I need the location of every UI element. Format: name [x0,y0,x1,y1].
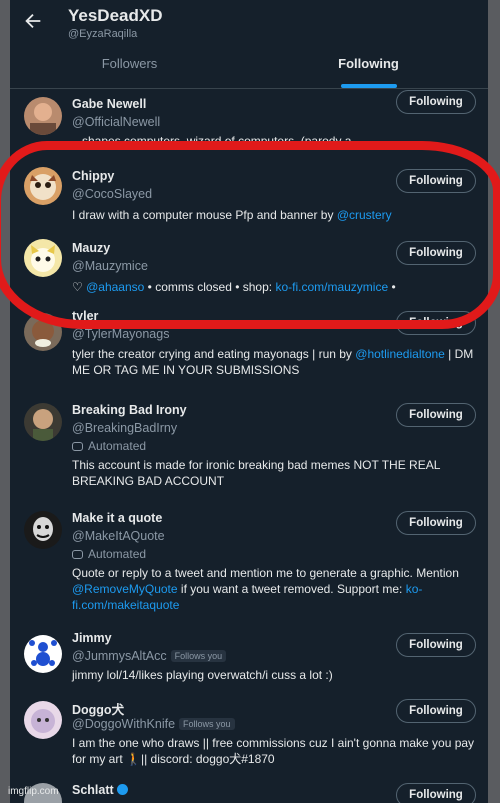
following-button[interactable]: Following [396,403,476,427]
bio-mention-link[interactable]: @ahaanso [86,280,144,294]
profile-handle: @EyzaRaqilla [68,28,138,40]
following-button[interactable]: Following [396,311,476,335]
robot-icon [72,550,83,559]
bio-text: if you want a tweet removed. Support me: [177,582,406,596]
following-button[interactable]: Following [396,633,476,657]
account-bio: This account is made for ironic breaking… [72,458,440,488]
account-name[interactable]: Schlatt [72,783,129,797]
account-name[interactable]: tyler the creator [72,309,102,323]
account-name[interactable]: Mauzy [72,241,110,255]
account-handle[interactable]: @TylerMayonags [72,327,169,341]
account-handle[interactable]: @BreakingBadIrny [72,421,177,435]
avatar[interactable] [24,97,62,135]
bio-mention-link[interactable]: @crustery [337,208,392,222]
bio-mention-link[interactable]: @hotlinedialtone [355,347,445,361]
list-item[interactable]: Make it a quote @MakeItAQuote Automated … [10,503,488,627]
tab-label: Followers [101,56,158,71]
tab-following[interactable]: Following [249,46,488,88]
list-item[interactable]: Mauzy @Mauzymice ♡ @ahaanso • comms clos… [10,231,488,305]
bio-text: Quote or reply to a tweet and mention me… [72,566,459,580]
name-text: Schlatt [72,783,114,797]
robot-icon [72,442,83,451]
automated-text: Automated [88,547,147,561]
following-button[interactable]: Following [396,699,476,723]
account-bio: I draw with a computer mouse Pfp and ban… [72,207,476,223]
following-list: Gabe Newell @OfficialNewell ...shapes co… [10,89,488,803]
account-name[interactable]: Chippy [72,169,114,183]
following-button[interactable]: Following [396,90,476,114]
account-name[interactable]: Breaking Bad Irony [72,403,187,417]
account-handle[interactable]: @DoggoWithKnife Follows you [72,717,235,731]
bio-text: • comms closed • shop: [144,280,276,294]
account-handle[interactable]: @MakeItAQuote [72,529,165,543]
follows-you-badge: Follows you [170,650,227,662]
handle-text: @JummysAltAcc [72,649,167,663]
header: YesDeadXD @EyzaRaqilla Followers Followi… [10,0,488,89]
following-button[interactable]: Following [396,169,476,193]
tab-followers[interactable]: Followers [10,46,249,88]
account-bio: ♡ @ahaanso • comms closed • shop: ko-fi.… [72,279,476,295]
bio-text: • [388,280,396,294]
avatar[interactable] [24,167,62,205]
account-bio: jimmy lol/14/likes playing overwatch/i c… [72,668,333,682]
list-item[interactable]: tyler the creator @TylerMayonags tyler t… [10,305,488,395]
avatar[interactable] [24,403,62,441]
follows-you-badge: Follows you [179,718,235,730]
account-handle[interactable]: @OfficialNewell [72,115,160,129]
account-handle[interactable]: @JummysAltAcc Follows you [72,649,227,663]
account-name[interactable]: Doggo犬 [72,699,124,718]
tab-label: Following [338,56,399,71]
automated-label: Automated [72,439,146,453]
account-bio: ...shapes computers, wizard of computers… [72,134,362,148]
account-bio: I am the one who draws || free commissio… [72,736,475,766]
watermark: imgflip.com [8,786,59,797]
tab-bar: Followers Following [10,46,488,88]
avatar[interactable] [24,239,62,277]
account-bio: tyler the creator crying and eating mayo… [72,346,476,378]
account-handle[interactable]: @CocoSlayed [72,187,152,201]
bio-mention-link[interactable]: @RemoveMyQuote [72,582,178,596]
account-handle[interactable]: @Mauzymice [72,259,148,273]
bio-text: ♡ [72,280,87,294]
list-item[interactable]: Doggo犬 @DoggoWithKnife Follows you I am t… [10,693,488,777]
avatar[interactable] [24,701,62,739]
profile-title: YesDeadXD [68,6,163,25]
list-item[interactable]: Gabe Newell @OfficialNewell ...shapes co… [10,89,488,159]
active-tab-indicator [340,84,397,88]
following-button[interactable]: Following [396,511,476,535]
list-item[interactable]: Chippy @CocoSlayed I draw with a compute… [10,159,488,231]
avatar[interactable] [24,635,62,673]
back-arrow-icon[interactable] [22,10,44,32]
account-bio: Quote or reply to a tweet and mention me… [72,565,476,613]
verified-badge-icon [117,784,129,795]
list-item[interactable]: Breaking Bad Irony @BreakingBadIrny Auto… [10,395,488,503]
account-name[interactable]: Jimmy [72,631,112,645]
account-name[interactable]: Make it a quote [72,511,162,525]
bio-text: I draw with a computer mouse Pfp and ban… [72,208,337,222]
bio-text: tyler the creator crying and eating mayo… [72,347,356,361]
bio-shop-link[interactable]: ko-fi.com/mauzymice [275,280,388,294]
automated-text: Automated [88,439,147,453]
following-panel: YesDeadXD @EyzaRaqilla Followers Followi… [10,0,488,803]
automated-label: Automated [72,547,146,561]
list-item[interactable]: Jimmy @JummysAltAcc Follows you jimmy lol… [10,627,488,693]
following-button[interactable]: Following [396,783,476,803]
avatar[interactable] [24,511,62,549]
avatar[interactable] [24,313,62,351]
account-name[interactable]: Gabe Newell [72,97,146,111]
handle-text: @DoggoWithKnife [72,717,176,731]
following-button[interactable]: Following [396,241,476,265]
list-item[interactable]: Schlatt Following [10,777,488,803]
